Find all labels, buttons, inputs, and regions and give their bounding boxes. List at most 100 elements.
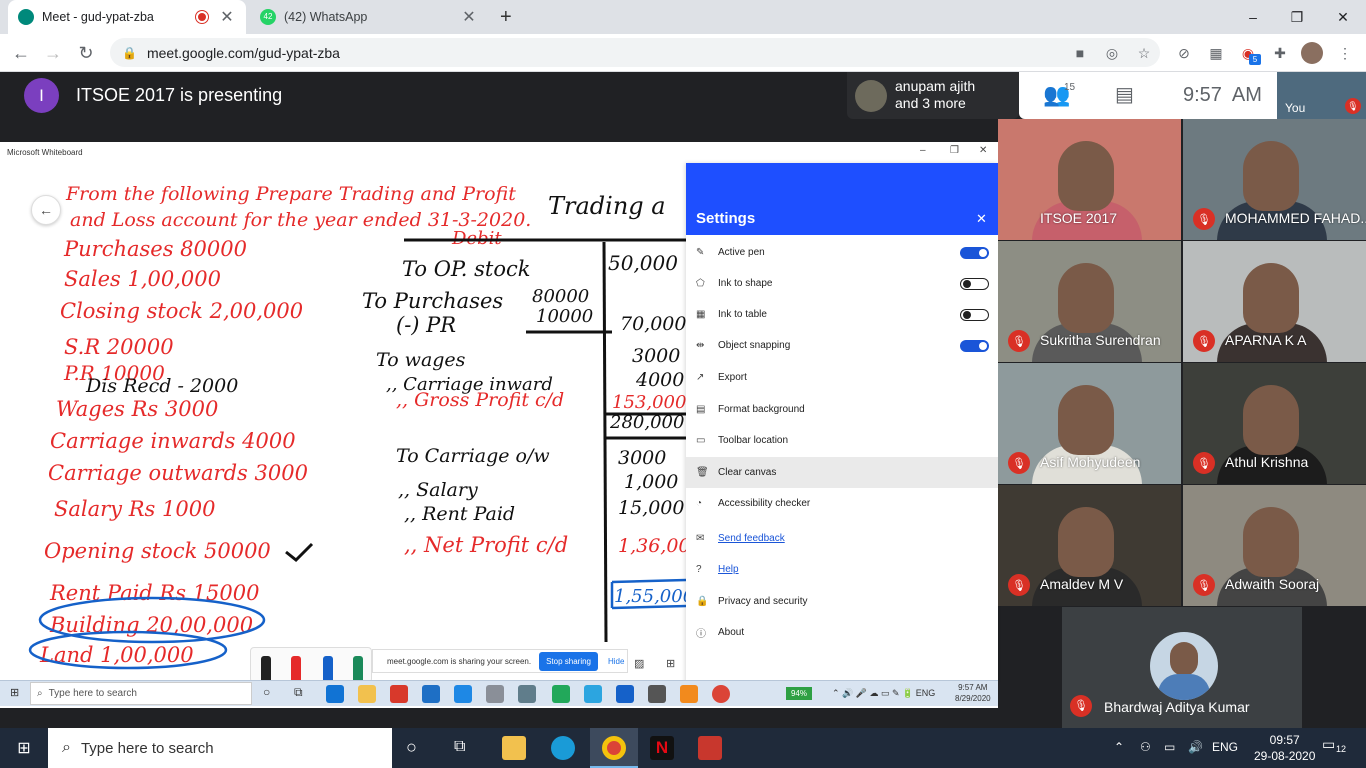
eye-slash-icon[interactable]: ◎ [1101,42,1123,64]
settings-item-send-feedback[interactable]: ✉ Send feedback [686,523,998,554]
stop-sharing-button[interactable]: Stop sharing [539,651,598,671]
tab-whatsapp[interactable]: 42 (42) WhatsApp ✕ [250,0,488,34]
whiteboard-minimize-button[interactable]: – [920,145,926,156]
minimize-window-button[interactable]: – [1230,0,1276,34]
netflix-icon[interactable]: N [650,736,674,760]
cortana-icon[interactable]: ○ [406,737,417,758]
inner-chrome-icon[interactable] [712,685,730,703]
restore-window-button[interactable]: ❐ [1274,0,1320,34]
settings-item-active-pen[interactable]: ✎ Active pen [686,237,998,268]
whiteboard-close-button[interactable]: ✕ [979,145,987,156]
inner-lync-icon[interactable] [454,685,472,703]
inner-whiteboard-icon[interactable] [616,685,634,703]
camera-icon[interactable]: ■ [1069,42,1091,64]
forward-arrow-icon[interactable]: → [40,40,66,66]
settings-item-export[interactable]: ↗ Export [686,362,998,393]
chat-icon[interactable]: ▤ [1115,82,1134,107]
new-tab-button[interactable]: + [500,6,512,29]
battery-icon[interactable]: ▭ [1164,740,1175,754]
inner-mcafee-icon[interactable] [390,685,408,703]
system-clock[interactable]: 09:57 29-08-2020 [1254,732,1315,764]
inner-camera-icon[interactable] [486,685,504,703]
settings-item-ink-to-shape[interactable]: ⬠ Ink to shape [686,268,998,299]
inner-mail-icon[interactable] [422,685,440,703]
inner-task-view-icon[interactable]: ⧉ [294,685,303,700]
participant-tile[interactable]: 🎙 Amaldev M V [998,485,1181,606]
participant-tile[interactable]: ITSOE 2017 [998,119,1181,240]
reload-icon[interactable]: ↻ [73,40,99,66]
file-explorer-icon[interactable] [502,736,526,760]
settings-item-privacy-and-security[interactable]: 🔒 Privacy and security [686,586,998,617]
inner-app-icon[interactable] [518,685,536,703]
participant-tile[interactable]: 🎙 Adwaith Sooraj [1183,485,1366,606]
insert-image-icon[interactable]: ▨ [634,657,644,670]
toggle-switch[interactable] [960,246,989,259]
pdf-app-icon[interactable] [698,736,722,760]
profile-avatar[interactable] [1301,42,1323,64]
settings-item-object-snapping[interactable]: ⇹ Object snapping [686,330,998,361]
settings-item-accessibility-checker[interactable]: ◔ Accessibility checker [686,488,998,519]
pinned-participants-chip[interactable]: anupam ajith and 3 more [847,72,1019,119]
inner-windows-start-icon[interactable]: ⊞ [10,686,19,699]
blue-pen-icon[interactable] [323,656,333,680]
close-tab-icon[interactable]: ✕ [218,7,236,27]
participant-tile[interactable]: 🎙 APARNA K A [1183,241,1366,362]
inner-game-icon[interactable] [648,685,666,703]
self-view-tile[interactable]: You 🎙 [1277,72,1366,119]
settings-item-help[interactable]: ? Help [686,554,998,585]
volume-icon[interactable]: 🔊 [1188,740,1203,754]
back-arrow-icon[interactable]: ← [8,40,34,66]
black-pen-icon[interactable] [261,656,271,680]
taskbar-search-box[interactable]: ⌕ Type here to search [48,728,392,768]
toggle-switch[interactable] [960,339,989,352]
add-content-icon[interactable]: ⊞ [666,657,675,670]
green-pen-icon[interactable] [353,656,363,680]
participant-tile[interactable]: 🎙 Asif Mohyudeen [998,363,1181,484]
close-window-button[interactable]: ✕ [1320,0,1366,34]
language-indicator[interactable]: ENG [1212,740,1238,754]
participant-tile[interactable]: 🎙 Bhardwaj Aditya Kumar [1062,607,1302,728]
menu-kebab-icon[interactable]: ⋮ [1334,42,1356,64]
extensions-puzzle-icon[interactable]: ✚ [1269,42,1291,64]
red-pen-icon[interactable] [291,656,301,680]
network-icon[interactable]: ⚇ [1140,740,1151,754]
chrome-active-task[interactable] [590,728,638,768]
inner-cortana-icon[interactable]: ○ [263,685,270,699]
settings-item-clear-canvas[interactable]: 🗑 Clear canvas [686,457,998,488]
inner-whatsapp-icon[interactable] [552,685,570,703]
inner-telegram-icon[interactable] [584,685,602,703]
edge-icon[interactable] [551,736,575,760]
participant-tile[interactable]: 🎙 Sukritha Surendran [998,241,1181,362]
extension-grid-icon[interactable]: ▦ [1205,42,1227,64]
extension-compass-icon[interactable]: ⊘ [1173,42,1195,64]
participant-tile[interactable]: 🎙 MOHAMMED FAHAD... [1183,119,1366,240]
participant-name: Bhardwaj Aditya Kumar [1104,699,1250,715]
settings-item-toolbar-location[interactable]: ▭ Toolbar location [686,425,998,456]
whiteboard-ink-canvas[interactable]: From the following Prepare Trading and P… [0,162,686,682]
hide-share-bar-button[interactable]: Hide [608,657,624,666]
inner-tray-icons[interactable]: ⌃ 🔊 🎤 ☁ ▭ ✎ 🔋 [832,688,916,698]
settings-item-format-background[interactable]: ▤ Format background [686,394,998,425]
notification-center-icon[interactable]: ▭ 12 [1322,736,1352,760]
close-tab-icon[interactable]: ✕ [460,7,478,27]
participant-name: Sukritha Surendran [1040,332,1161,348]
settings-item-ink-to-table[interactable]: ▦ Ink to table [686,299,998,330]
whiteboard-restore-button[interactable]: ❐ [950,145,959,156]
settings-item-icon: ▦ [696,309,706,320]
toggle-switch[interactable] [960,277,989,290]
address-bar[interactable]: 🔒 meet.google.com/gud-ypat-zba [110,38,1160,67]
settings-item-label: Export [718,372,747,383]
inner-vlc-icon[interactable] [680,685,698,703]
show-hidden-icons[interactable]: ⌃ [1114,740,1124,754]
tab-meet[interactable]: Meet - gud-ypat-zba ✕ [8,0,246,34]
inner-search-box[interactable]: ⌕ Type here to search [30,682,252,705]
participant-tile[interactable]: 🎙 Athul Krishna [1183,363,1366,484]
windows-start-icon[interactable]: ⊞ [0,728,48,768]
inner-explorer-icon[interactable] [358,685,376,703]
toggle-switch[interactable] [960,308,989,321]
bookmark-star-icon[interactable]: ☆ [1133,42,1155,64]
settings-close-icon[interactable]: ✕ [976,211,987,227]
task-view-icon[interactable]: ⧉ [454,738,465,756]
inner-edge-icon[interactable] [326,685,344,703]
settings-item-about[interactable]: ⓘ About [686,617,998,648]
